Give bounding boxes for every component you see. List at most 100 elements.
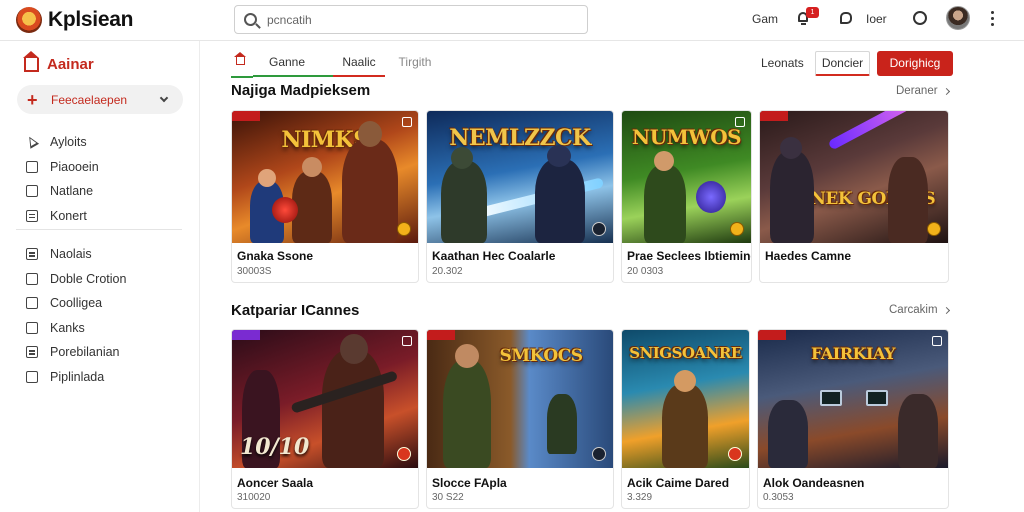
orb-icon <box>696 181 726 213</box>
tab-bar: Ganne Naalic Tirgith <box>231 51 445 77</box>
monitor-icon <box>820 390 842 406</box>
avatar[interactable] <box>946 6 970 30</box>
character-figure <box>441 161 487 243</box>
character-head <box>302 157 322 177</box>
search-icon <box>244 13 257 26</box>
game-card-title: Haedes Camne <box>765 249 852 263</box>
search-bar[interactable] <box>234 5 588 34</box>
game-card[interactable]: NIMKS Gnaka Ssone 30003S <box>231 110 419 283</box>
search-input[interactable] <box>267 12 567 27</box>
tab-games[interactable]: Ganne <box>253 51 333 77</box>
character-figure <box>443 360 491 468</box>
character-figure <box>292 171 332 243</box>
see-all-label: Carcakim <box>889 304 938 316</box>
character-figure <box>898 394 938 468</box>
tab-home-underline <box>231 76 253 78</box>
sidebar-dropdown[interactable]: + Feecaelaepen <box>17 85 183 114</box>
top-link-user[interactable]: Ioer <box>866 12 887 26</box>
character-head <box>358 121 382 147</box>
tab-trending[interactable]: Tirgith <box>385 51 445 77</box>
game-card[interactable]: SMKOCS Slocce FApla 30 S22 <box>426 329 614 509</box>
heart-icon <box>402 336 412 346</box>
see-all-link[interactable]: Deraner <box>896 85 950 97</box>
game-card-title: Gnaka Ssone <box>237 249 314 263</box>
cursor-icon <box>26 136 38 148</box>
primary-button[interactable]: Dorighicg <box>877 51 953 76</box>
sidebar-item[interactable]: Konert <box>26 204 99 229</box>
sidebar-item[interactable]: Piaooein <box>26 155 99 180</box>
sidebar-item[interactable]: Porebilanian <box>26 340 126 365</box>
coin-icon <box>927 222 941 236</box>
sidebar-item-label: Doble Crotion <box>50 271 127 286</box>
ribbon-icon <box>760 111 788 121</box>
square-icon <box>26 185 38 198</box>
sidebar-item[interactable]: Kanks <box>26 316 126 341</box>
character-figure <box>644 165 686 243</box>
chat-icon[interactable] <box>840 12 852 24</box>
sidebar-divider <box>16 229 182 230</box>
app-title: Kplsiean <box>48 8 134 31</box>
sidebar: Aainar + Feecaelaepen Ayloits Piaooein N… <box>0 41 200 512</box>
game-card[interactable]: 10/10 Aoncer Saala 310020 <box>231 329 419 509</box>
sidebar-item-label: Porebilanian <box>50 345 120 360</box>
sidebar-item-label: Konert <box>50 208 87 223</box>
game-card-art: SMKOCS <box>427 330 613 468</box>
sidebar-item-label: Natlane <box>50 184 94 199</box>
game-card[interactable]: NEMLZZCK Kaathan Hec Coalarle 20.302 <box>426 110 614 283</box>
character-figure <box>535 159 585 243</box>
game-card-subtitle: 20.302 <box>432 266 463 277</box>
character-figure <box>888 157 928 243</box>
plus-icon: + <box>27 89 38 110</box>
ribbon-icon <box>758 330 786 340</box>
game-card[interactable]: NUMWOS Prae Seclees Ibtiemine 20 0303 <box>621 110 752 283</box>
coin-icon <box>730 222 744 236</box>
game-card[interactable]: YAKNEK GONNIS Haedes Camne <box>759 110 949 283</box>
see-all-link[interactable]: Carcakim <box>889 304 950 316</box>
character-head <box>258 169 276 187</box>
character-head <box>451 147 473 169</box>
game-card[interactable]: FAIRKIAY Alok Oandeasnen 0.3053 <box>757 329 949 509</box>
coin-icon <box>397 222 411 236</box>
lines-icon <box>26 346 38 359</box>
outline-button[interactable]: Doncier <box>815 51 870 76</box>
character-head <box>547 145 571 167</box>
sidebar-header[interactable]: Aainar <box>23 50 94 73</box>
ribbon-icon <box>232 330 260 340</box>
sidebar-item[interactable]: Natlane <box>26 179 99 204</box>
tab-music[interactable]: Naalic <box>333 51 385 77</box>
sidebar-item[interactable]: Piplinlada <box>26 365 126 390</box>
circle-icon[interactable] <box>913 11 927 25</box>
sidebar-item[interactable]: Doble Crotion <box>26 267 126 292</box>
sidebar-item[interactable]: Naolais <box>26 242 126 267</box>
game-card-art: NUMWOS <box>622 111 751 243</box>
game-card-art-text: NEMLZZCK <box>449 125 591 151</box>
game-card-subtitle: 20 0303 <box>627 266 664 277</box>
section-title: Katpariar ICannes <box>231 302 360 319</box>
game-card-subtitle: 310020 <box>237 492 271 503</box>
sidebar-item-label: Piplinlada <box>50 369 105 384</box>
chevron-right-icon <box>942 87 950 95</box>
toolbar-link[interactable]: Leonats <box>761 56 804 70</box>
game-card-art: NIMKS <box>232 111 418 243</box>
light-beam <box>827 111 939 151</box>
game-card[interactable]: SNIGSOANRE Acik Caime Dared 3.329 <box>621 329 750 509</box>
game-card-subtitle: 3.329 <box>627 492 653 503</box>
kebab-icon[interactable] <box>991 11 995 27</box>
sidebar-header-label: Aainar <box>47 56 94 73</box>
game-card-art: YAKNEK GONNIS <box>760 111 948 243</box>
sidebar-item[interactable]: Coolligea <box>26 291 126 316</box>
game-card-subtitle: 30003S <box>237 266 272 277</box>
square-icon <box>26 370 38 383</box>
game-card-title: Prae Seclees Ibtiemine <box>627 249 752 263</box>
game-card-art: SNIGSOANRE <box>622 330 749 468</box>
tab-home[interactable] <box>231 51 253 77</box>
square-icon <box>26 160 38 173</box>
app-logo[interactable]: Kplsiean <box>16 7 133 33</box>
game-card-title: Kaathan Hec Coalarle <box>432 249 556 263</box>
logo-mark-icon <box>16 7 42 33</box>
sidebar-item[interactable]: Ayloits <box>26 130 99 155</box>
game-card-art: NEMLZZCK <box>427 111 613 243</box>
game-card-title: Aoncer Saala <box>237 476 314 490</box>
top-link-game[interactable]: Gam <box>752 12 778 26</box>
game-card-title: Acik Caime Dared <box>627 476 730 490</box>
